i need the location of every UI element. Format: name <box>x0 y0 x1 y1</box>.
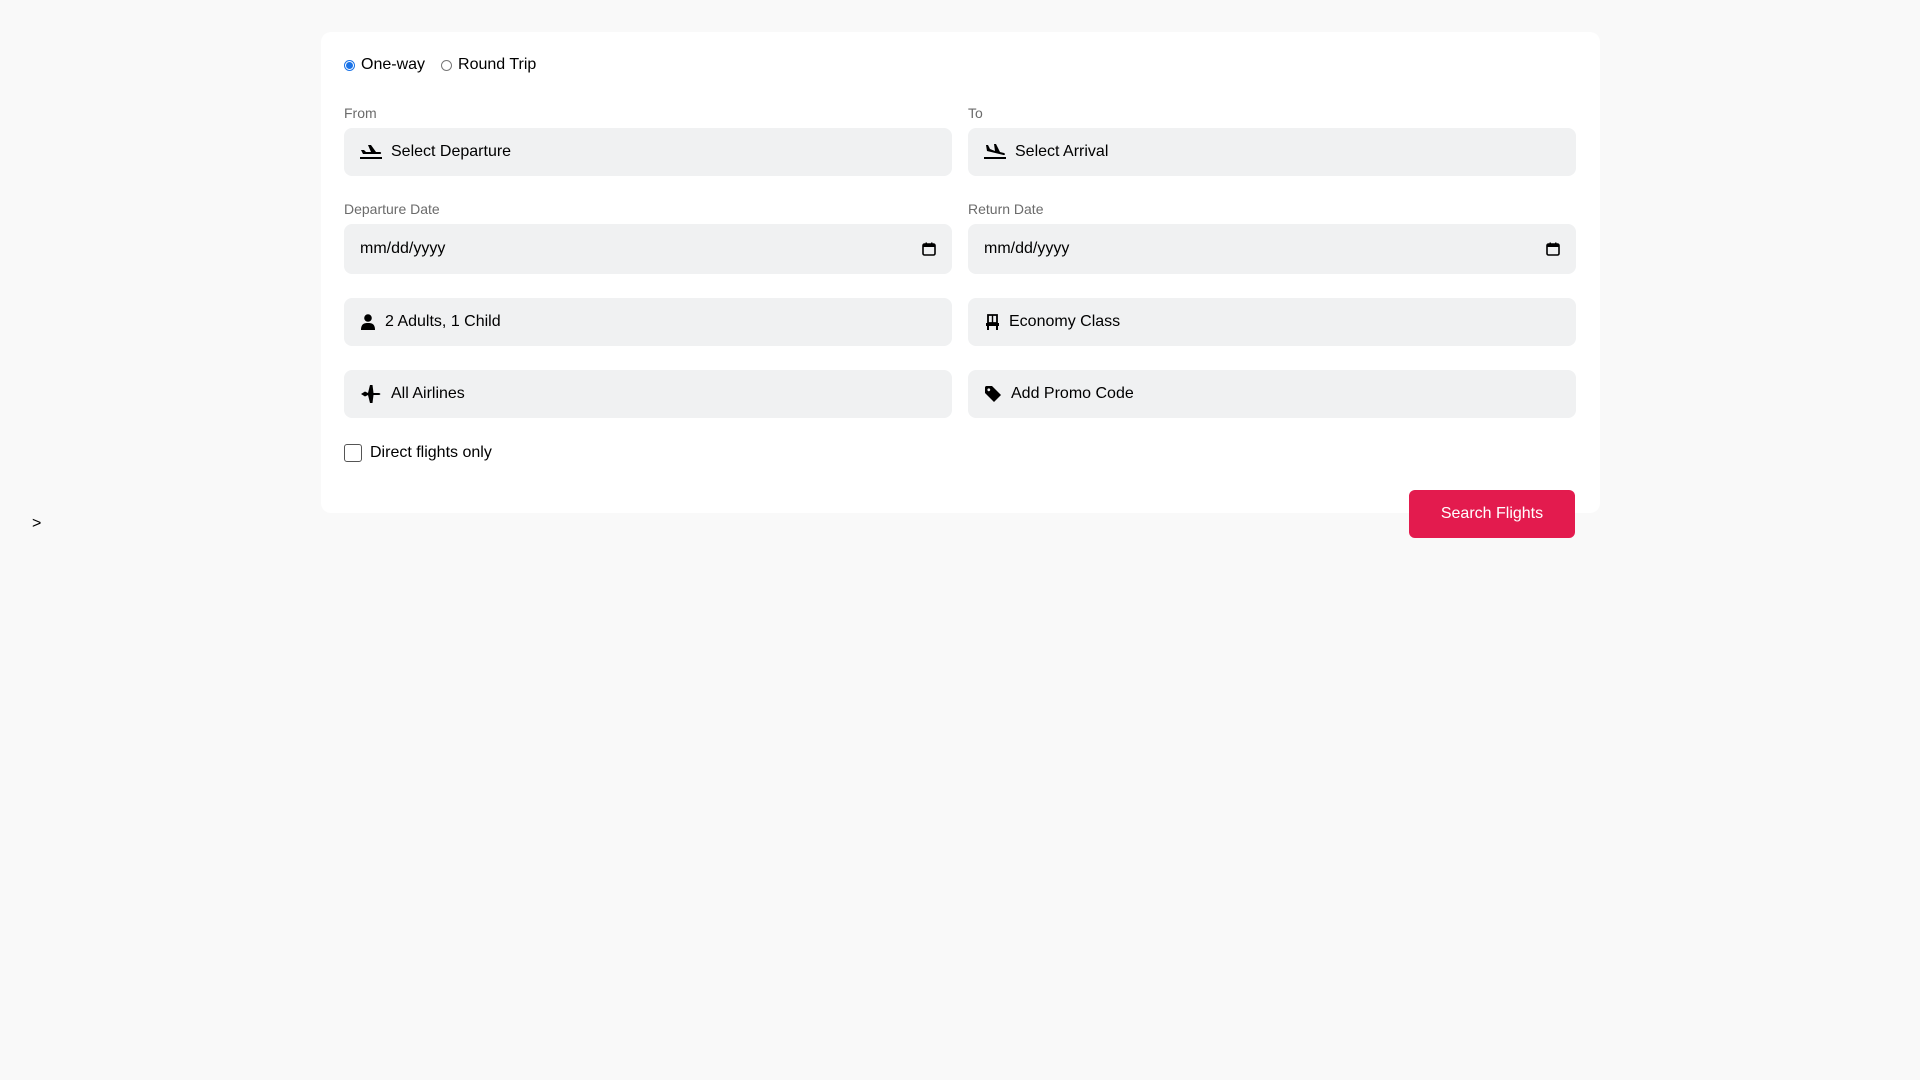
passengers-value: 2 Adults, 1 Child <box>385 313 501 330</box>
user-icon <box>360 313 376 331</box>
calendar-icon[interactable] <box>922 242 936 256</box>
calendar-icon[interactable] <box>1546 242 1560 256</box>
direct-flights-checkbox[interactable]: Direct flights only <box>344 444 492 462</box>
from-label: From <box>344 105 377 121</box>
cabin-class-value: Economy Class <box>1009 313 1121 330</box>
plane-arrival-icon <box>984 143 1006 161</box>
radio-round-trip-label: Round Trip <box>458 56 537 73</box>
seat-icon <box>984 313 1000 331</box>
promo-code-field[interactable]: Add Promo Code <box>968 370 1576 418</box>
plane-departure-icon <box>360 143 382 161</box>
departure-value: Select Departure <box>391 143 512 160</box>
to-label: To <box>968 105 983 121</box>
stray-text: > <box>32 515 42 532</box>
flight-search-card: One-way Round Trip From To Select Depart… <box>321 32 1600 513</box>
departure-date-label: Departure Date <box>344 201 440 217</box>
radio-one-way[interactable]: One-way <box>344 56 425 74</box>
plane-icon <box>360 385 382 403</box>
radio-round-trip-indicator[interactable] <box>441 59 453 71</box>
departure-select[interactable]: Select Departure <box>344 128 952 176</box>
departure-date-value: mm/dd/yyyy <box>360 240 446 257</box>
promo-code-value: Add Promo Code <box>1011 385 1134 402</box>
radio-round-trip[interactable]: Round Trip <box>441 56 536 74</box>
airlines-value: All Airlines <box>391 385 465 402</box>
cabin-class-select[interactable]: Economy Class <box>968 298 1576 346</box>
direct-flights-label: Direct flights only <box>370 444 492 461</box>
direct-flights-checkbox-box[interactable] <box>344 444 362 462</box>
return-date-label: Return Date <box>968 201 1044 217</box>
search-flights-button[interactable]: Search Flights <box>1409 490 1575 538</box>
trip-type-group: One-way Round Trip <box>344 53 552 77</box>
airlines-select[interactable]: All Airlines <box>344 370 952 418</box>
arrival-select[interactable]: Select Arrival <box>968 128 1576 176</box>
departure-date-input[interactable]: mm/dd/yyyy <box>344 224 952 274</box>
radio-one-way-indicator[interactable] <box>344 59 355 71</box>
return-date-value: mm/dd/yyyy <box>984 240 1070 257</box>
passengers-select[interactable]: 2 Adults, 1 Child <box>344 298 952 346</box>
tag-icon <box>984 385 1002 403</box>
radio-one-way-label: One-way <box>361 56 426 73</box>
arrival-value: Select Arrival <box>1015 143 1109 160</box>
return-date-input[interactable]: mm/dd/yyyy <box>968 224 1576 274</box>
